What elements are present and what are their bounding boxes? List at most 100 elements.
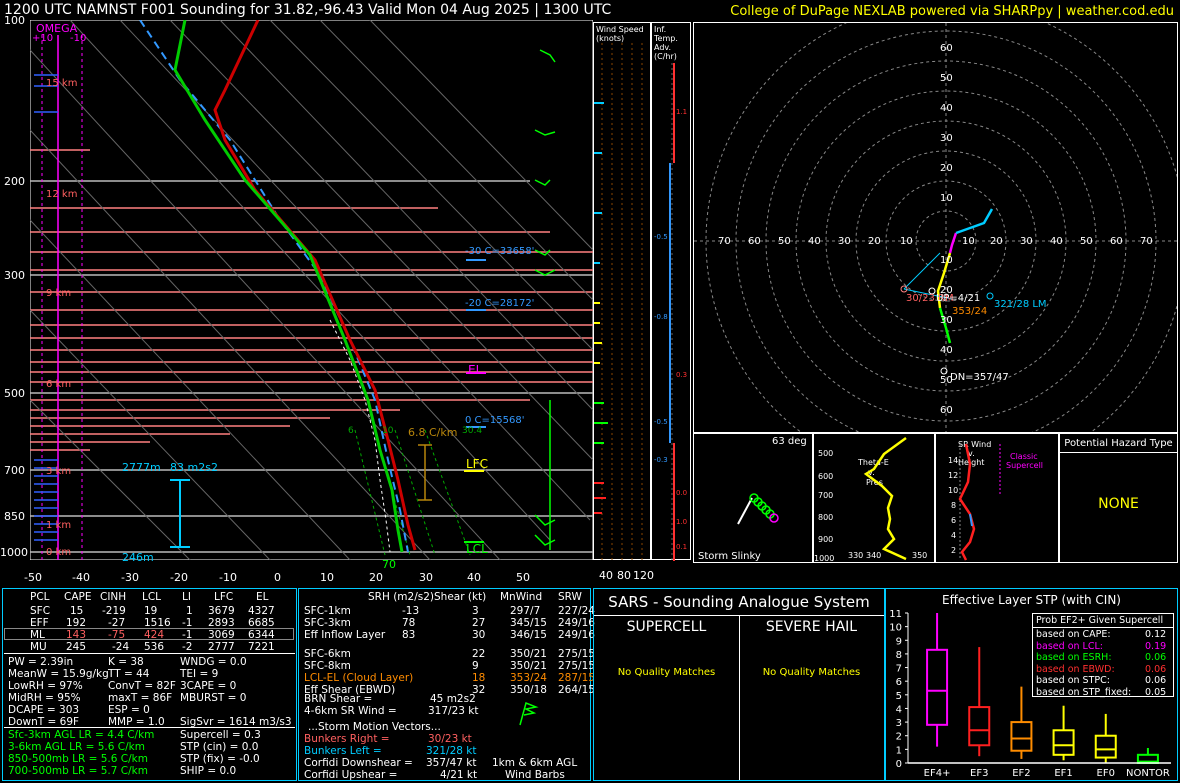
pressure-label: 100 bbox=[4, 14, 25, 27]
sr-wind-panel: SR Wind v. Height Classic Supercell 14 1… bbox=[935, 433, 1059, 563]
legend-title: Prob EF2+ Given Supercell bbox=[1036, 615, 1164, 626]
pressure-label: 500 bbox=[4, 387, 25, 400]
height-label: 15 km bbox=[46, 78, 78, 89]
upshear-label: UP=4/21 bbox=[936, 293, 981, 304]
stp-y-tick-label: 5 bbox=[896, 691, 902, 702]
indices-col3: WNDG = 0.0 TEI = 9 3CAPE = 0 MBURST = 0 … bbox=[180, 656, 292, 728]
downshear-label: DN=357/47 bbox=[950, 372, 1009, 383]
stp-box bbox=[1052, 729, 1075, 756]
ring-label: 60 bbox=[940, 43, 953, 54]
stp-category-label: EF0 bbox=[1097, 768, 1115, 779]
hodo-x-label: 20 bbox=[990, 236, 1003, 247]
bunkers-right: Bunkers Right = bbox=[304, 733, 390, 745]
kinematic-cell: 9 bbox=[472, 660, 479, 672]
brn-shear-value: 45 m2s2 bbox=[430, 693, 476, 705]
composite-params: Supercell = 0.3 STP (cin) = 0.0 STP (fix… bbox=[180, 729, 261, 777]
legend-value: 0.06 bbox=[1145, 675, 1167, 686]
legend-value: 0.05 bbox=[1145, 686, 1167, 698]
stp-y-tick-label: 11 bbox=[889, 609, 902, 620]
corfidi-up: Corfidi Upshear = bbox=[304, 769, 398, 781]
lcl-label: LCL bbox=[466, 542, 488, 556]
hodo-x-label: 50 bbox=[778, 236, 791, 247]
barb-label2: Wind Barbs bbox=[505, 769, 565, 781]
page-title: 1200 UTC NAMNST F001 Sounding for 31.82,… bbox=[4, 2, 612, 18]
skewt-frame bbox=[29, 19, 594, 561]
temp-tick: -50 bbox=[24, 571, 42, 584]
indices-col1: PW = 2.39in MeanW = 15.9g/kg LowRH = 97%… bbox=[8, 656, 109, 728]
hodo-x-label: 20 bbox=[868, 236, 881, 247]
lapse-rates: Sfc-3km AGL LR = 4.4 C/km 3-6km AGL LR =… bbox=[8, 729, 155, 777]
ring-label: 60 bbox=[940, 405, 953, 416]
parcel-header: LFC bbox=[214, 591, 234, 603]
hodo-x-label: 70 bbox=[718, 236, 731, 247]
temp-adv-value: -0.5 bbox=[654, 418, 668, 426]
stp-y-tick-label: 7 bbox=[896, 664, 902, 675]
hazard-value: NONE bbox=[1098, 496, 1139, 512]
pressure-label: 200 bbox=[4, 175, 25, 188]
legend-label: based on CAPE: bbox=[1036, 629, 1111, 640]
hodo-x-label: 40 bbox=[808, 236, 821, 247]
temp-tick: 10 bbox=[320, 571, 334, 584]
skewt-panel: 100 200 300 500 700 850 1000 OMEGA +10 -… bbox=[0, 14, 594, 571]
ring-label: 40 bbox=[940, 345, 953, 356]
legend-label: based on EBWD: bbox=[1036, 663, 1115, 675]
legend-value: 0.19 bbox=[1145, 640, 1167, 652]
kinematic-cell: 345/15 bbox=[510, 617, 547, 629]
stp-y-tick-label: 3 bbox=[896, 718, 902, 729]
pressure-label: 300 bbox=[4, 269, 25, 282]
parcel-header: EL bbox=[256, 591, 269, 603]
hodo-x-label: 50 bbox=[1080, 236, 1093, 247]
stp-category-label: NONTOR bbox=[1126, 768, 1170, 779]
kinematic-row-label: SFC-1km bbox=[304, 605, 351, 617]
stp-y-tick-label: 9 bbox=[896, 636, 902, 647]
kinematic-cell: 353/24 bbox=[510, 672, 547, 684]
kinematic-cell: 22 bbox=[472, 648, 486, 660]
temp-tick: -40 bbox=[72, 571, 90, 584]
hodograph-panel: 10 20 30 40 50 60 10 20 30 40 50 60 70 6… bbox=[693, 22, 1178, 433]
bunkers-left-label: 321/28 LM bbox=[994, 299, 1047, 310]
kinematic-cell: 27 bbox=[472, 617, 486, 629]
stp-box bbox=[926, 648, 949, 726]
srh-value-label: 83 m2s2 bbox=[170, 461, 218, 474]
ring-label: 30 bbox=[940, 133, 953, 144]
legend-label: based on LCL: bbox=[1036, 640, 1103, 652]
sars-panel: SARS - Sounding Analogue System SUPERCEL… bbox=[593, 588, 885, 781]
kinematic-cell: 30 bbox=[472, 629, 486, 641]
pressure-label: 700 bbox=[4, 464, 25, 477]
lapse-rate-label: 6.8 C/km bbox=[408, 426, 458, 439]
m20-label: -20 C=28172' bbox=[465, 298, 535, 309]
skewt-svg bbox=[29, 19, 594, 561]
mixratio-label: 30.4 bbox=[462, 426, 483, 436]
stp-category-label: EF3 bbox=[970, 768, 988, 779]
sars-hail: SEVERE HAIL bbox=[765, 619, 858, 635]
stp-y-tick-label: 6 bbox=[896, 677, 902, 688]
credit-text: College of DuPage NEXLAB powered via SHA… bbox=[730, 4, 1174, 19]
storm-slinky-panel: 63 deg Storm Slinky bbox=[693, 433, 813, 563]
height-label: 3 km bbox=[46, 466, 72, 477]
temp-tick: -10 bbox=[219, 571, 237, 584]
mixratio-label: 10 bbox=[382, 426, 394, 436]
temp-adv-value: 1.1 bbox=[676, 108, 688, 116]
height-label: 12 km bbox=[46, 189, 78, 200]
stp-y-tick-label: 8 bbox=[896, 650, 902, 661]
height-label: 6 km bbox=[46, 379, 72, 390]
legend-value: 0.06 bbox=[1145, 663, 1167, 675]
sars-title: SARS - Sounding Analogue System bbox=[608, 593, 870, 611]
kinematic-cell: 227/24 bbox=[558, 605, 595, 617]
height-label: 0 km bbox=[46, 547, 72, 558]
hodo-x-label: 60 bbox=[748, 236, 761, 247]
legend-value: 0.06 bbox=[1145, 652, 1167, 663]
stp-y-tick-label: 10 bbox=[889, 623, 902, 634]
srh-depth-label: 2777m bbox=[122, 461, 161, 474]
kinematic-row-label: SFC-8km bbox=[304, 660, 351, 672]
mixratio-label: 6 bbox=[348, 426, 354, 436]
temp-adv-value: -0.8 bbox=[654, 313, 668, 321]
corfidi-down-value: 357/47 kt bbox=[426, 757, 477, 769]
stp-y-tick-label: 0 bbox=[896, 759, 902, 770]
parcel-header: LCL bbox=[142, 591, 162, 603]
hodo-x-label: 70 bbox=[1140, 236, 1153, 247]
stp-y-tick-label: 4 bbox=[896, 704, 902, 715]
legend-label: based on STPC: bbox=[1036, 675, 1110, 686]
sars-hail-result: No Quality Matches bbox=[762, 667, 861, 678]
kinematic-row-label: SFC-6km bbox=[304, 648, 351, 660]
